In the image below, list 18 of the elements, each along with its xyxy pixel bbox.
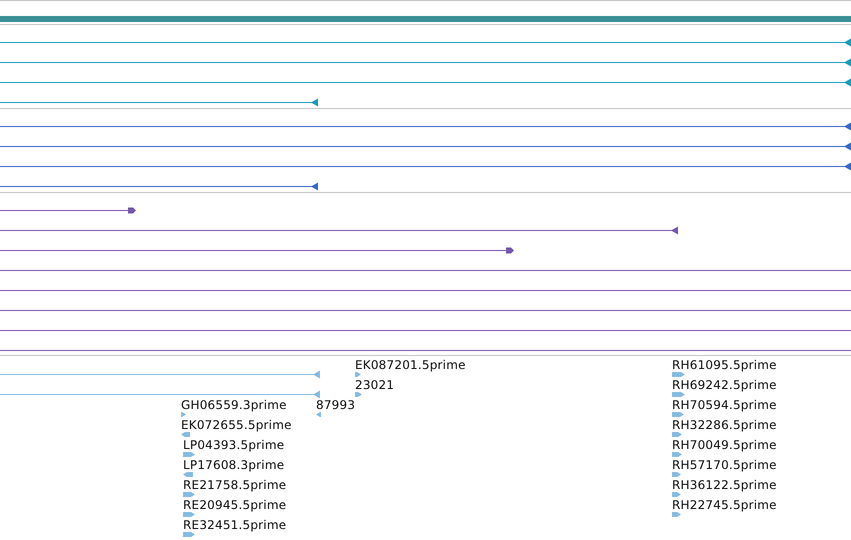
feature-label: RH70594.5prime bbox=[672, 398, 777, 412]
feature-label: 87993 bbox=[316, 398, 356, 412]
feature-label: RE32451.5prime bbox=[183, 518, 286, 532]
feature-label: GH06559.3prime bbox=[181, 398, 287, 412]
feature-label: LP04393.5prime bbox=[183, 438, 284, 452]
feature-label: 23021 bbox=[355, 378, 394, 392]
feature-label: RH22745.5prime bbox=[672, 498, 777, 512]
feature-label: RE21758.5prime bbox=[183, 478, 286, 492]
feature-label: RH69242.5prime bbox=[672, 378, 777, 392]
feature-label: RH36122.5prime bbox=[672, 478, 777, 492]
feature-label: RH70049.5prime bbox=[672, 438, 777, 452]
feature-label: EK072655.5prime bbox=[181, 418, 292, 432]
feature-label: EK087201.5prime bbox=[355, 358, 466, 372]
feature-label: LP17608.3prime bbox=[183, 458, 284, 472]
feature-label: RH57170.5prime bbox=[672, 458, 777, 472]
feature-label: RH32286.5prime bbox=[672, 418, 777, 432]
feature-label: RH61095.5prime bbox=[672, 358, 777, 372]
feature-label: RE20945.5prime bbox=[183, 498, 286, 512]
